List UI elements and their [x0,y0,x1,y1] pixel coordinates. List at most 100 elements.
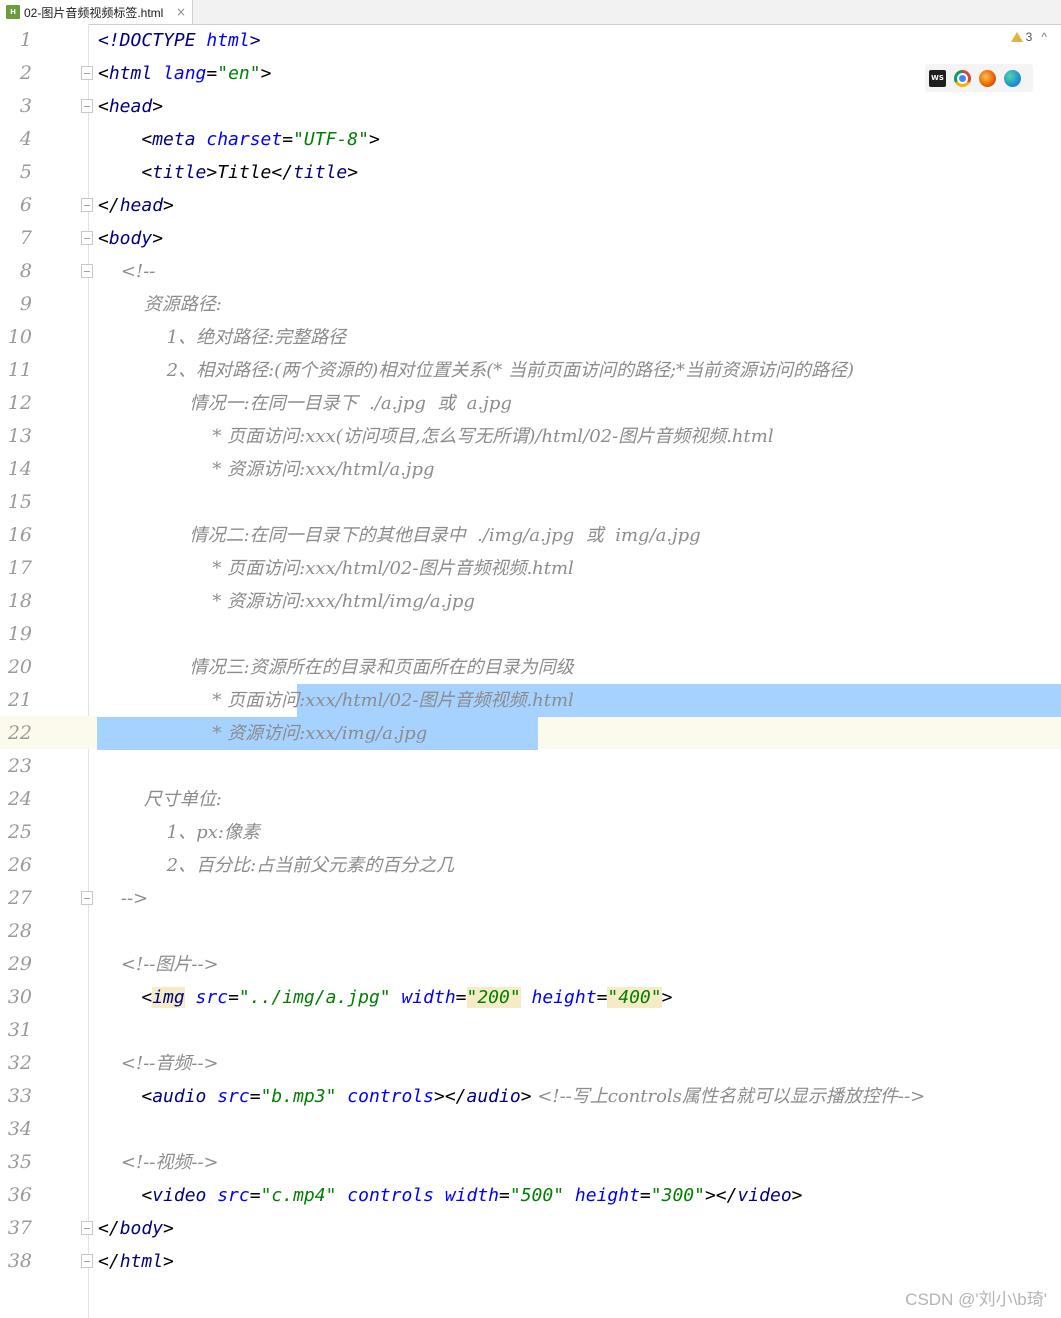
code-line[interactable]: 20 情况三:资源所在的目录和页面所在的目录为同级 [0,651,1061,684]
code-text: * 资源访问:xxx/img/a.jpg [98,717,427,750]
code-token: > [260,63,272,84]
code-token: > [791,1185,803,1206]
code-line[interactable]: 31 [0,1014,1061,1047]
code-token: = [499,1185,510,1206]
line-number: 11 [7,359,32,381]
fold-marker-icon[interactable] [81,264,93,278]
code-line[interactable]: 23 [0,750,1061,783]
code-line[interactable]: 26 2、百分比:占当前父元素的百分之几 [0,849,1061,882]
code-line[interactable]: 18 * 资源访问:xxx/html/img/a.jpg [0,585,1061,618]
code-line[interactable]: 4 <meta charset="UTF-8"> [0,123,1061,156]
close-icon[interactable]: × [176,5,186,19]
line-number: 35 [7,1151,32,1173]
line-number: 21 [7,689,32,711]
fold-marker-icon[interactable] [81,66,93,80]
code-text: 2、相对路径:(两个资源的)相对位置关系(* 当前页面访问的路径;*当前资源访问… [98,354,854,387]
code-line[interactable]: 22 * 资源访问:xxx/img/a.jpg [0,717,1061,750]
code-line[interactable]: 32 <!--音频--> [0,1047,1061,1080]
code-token: > [661,987,673,1008]
code-line[interactable]: 28 [0,915,1061,948]
code-token: * 页面访问:xxx/html/02-图片音频视频.html [98,690,574,711]
fold-marker-icon[interactable] [81,891,93,905]
fold-marker-icon[interactable] [81,231,93,245]
chrome-icon[interactable] [954,69,971,87]
code-token: > [347,162,359,183]
code-line[interactable]: 5 <title>Title</title> [0,156,1061,189]
fold-marker-icon[interactable] [81,198,93,212]
code-text: </head> [98,189,174,222]
code-line[interactable]: 17 * 页面访问:xxx/html/02-图片音频视频.html [0,552,1061,585]
fold-marker-icon[interactable] [81,99,93,113]
code-token: video [737,1185,792,1206]
line-number: 33 [7,1085,32,1107]
code-line[interactable]: 12 情况一:在同一目录下 ./a.jpg 或 a.jpg [0,387,1061,420]
code-line[interactable]: 30 <img src="../img/a.jpg" width="200" h… [0,981,1061,1014]
code-line[interactable]: 14 * 资源访问:xxx/html/a.jpg [0,453,1061,486]
code-line[interactable]: 29 <!--图片--> [0,948,1061,981]
editor-tab[interactable]: H 02-图片音频视频标签.html × [0,0,193,24]
code-token: = [228,987,239,1008]
code-token: <!DOCTYPE [98,30,207,51]
code-token: lang [163,63,207,84]
code-line[interactable]: 1 <!DOCTYPE html> [0,24,1061,57]
code-token: <!--写上controls属性名就可以显示播放控件--> [531,1086,926,1107]
code-line[interactable]: 21 * 页面访问:xxx/html/02-图片音频视频.html [0,684,1061,717]
chevron-up-icon[interactable]: ^ [1041,30,1047,44]
html-file-icon: H [6,5,20,19]
code-token: = [249,1185,261,1206]
fold-marker-icon[interactable] [81,1221,93,1235]
code-text: <audio src="b.mp3" controls></audio> <!-… [98,1080,925,1113]
webstorm-icon[interactable]: WS [929,69,946,87]
code-line[interactable]: 2 <html lang="en"> [0,57,1061,90]
code-line[interactable]: 25 1、px:像素 [0,816,1061,849]
code-token: > [152,96,164,117]
code-line[interactable]: 16 情况二:在同一目录下的其他目录中 ./img/a.jpg 或 img/a.… [0,519,1061,552]
code-token: </ [98,1251,120,1272]
code-line[interactable]: 8 <!-- [0,255,1061,288]
code-text: <body> [98,222,163,255]
code-line[interactable]: 6 </head> [0,189,1061,222]
code-token: = [596,987,608,1008]
line-number: 1 [19,29,32,51]
code-line[interactable]: 33 <audio src="b.mp3" controls></audio> … [0,1080,1061,1113]
code-token: 2、相对路径:(两个资源的)相对位置关系(* 当前页面访问的路径;*当前资源访问… [98,360,855,381]
code-line[interactable]: 37 </body> [0,1212,1061,1245]
code-token: audio [152,1086,218,1107]
code-token: controls [347,1185,445,1206]
code-line[interactable]: 7 <body> [0,222,1061,255]
code-line[interactable]: 24 尺寸单位: [0,783,1061,816]
code-line[interactable]: 35 <!--视频--> [0,1146,1061,1179]
line-number: 18 [7,590,32,612]
code-line[interactable]: 19 [0,618,1061,651]
code-token: < [98,63,109,84]
code-line[interactable]: 9 资源路径: [0,288,1061,321]
code-line[interactable]: 38 </html> [0,1245,1061,1278]
code-line[interactable]: 11 2、相对路径:(两个资源的)相对位置关系(* 当前页面访问的路径;*当前资… [0,354,1061,387]
code-text: <head> [98,90,163,123]
code-token: < [98,228,109,249]
code-text: --> [98,882,148,915]
code-line[interactable]: 34 [0,1113,1061,1146]
code-token: "500" [509,1185,565,1206]
code-text: <title>Title</title> [98,156,358,189]
code-line[interactable]: 15 [0,486,1061,519]
fold-marker-icon[interactable] [81,1254,93,1268]
code-token: charset [206,129,283,150]
code-token: > [163,1251,174,1272]
code-line[interactable]: 13 * 页面访问:xxx(访问项目,怎么写无所谓)/html/02-图片音频视… [0,420,1061,453]
firefox-icon[interactable] [979,69,996,87]
code-token: title [152,162,207,183]
edge-icon[interactable] [1004,69,1021,87]
code-line[interactable]: 27 --> [0,882,1061,915]
code-line[interactable]: 3 <head> [0,90,1061,123]
code-line[interactable]: 36 <video src="c.mp4" controls width="50… [0,1179,1061,1212]
inspection-widget[interactable]: 3 ^ [1010,30,1047,44]
code-token: width [401,987,456,1008]
line-number: 13 [7,425,32,447]
line-number: 29 [7,953,32,975]
code-line[interactable]: 10 1、绝对路径:完整路径 [0,321,1061,354]
tab-title: 02-图片音频视频标签.html [24,5,164,20]
code-text: 情况二:在同一目录下的其他目录中 ./img/a.jpg 或 img/a.jpg [98,519,701,552]
code-text: 2、百分比:占当前父元素的百分之几 [98,849,455,882]
